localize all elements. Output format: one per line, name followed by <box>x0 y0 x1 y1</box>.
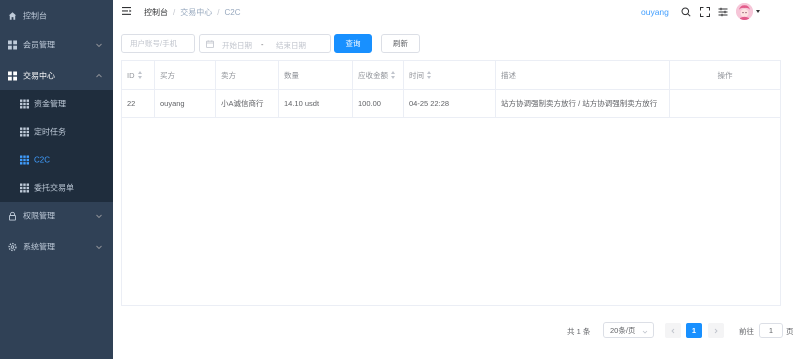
sidebar-item-funds[interactable]: 资金管理 <box>0 90 113 118</box>
c2c-table: ID 买方 卖方 数量 应收金额 时间 描述 操作 22 ouyang 小A诚信… <box>121 60 781 306</box>
table-icon <box>20 183 29 193</box>
table-icon <box>20 99 29 109</box>
column-header-id[interactable]: ID <box>122 61 155 90</box>
sidebar-item-dashboard[interactable]: 控制台 <box>0 0 113 31</box>
chevron-down-icon <box>95 243 103 251</box>
sidebar-item-members[interactable]: 会员管理 <box>0 29 113 60</box>
sidebar-item-label: 交易中心 <box>23 71 55 80</box>
table-cell: 04-25 22:28 <box>404 90 496 118</box>
table-cell: 100.00 <box>353 90 404 118</box>
dashboard-icon <box>8 11 17 20</box>
column-header-label: 卖方 <box>221 70 236 80</box>
search-icon[interactable] <box>681 7 691 17</box>
sidebar-item-orders[interactable]: 委托交易单 <box>0 174 113 202</box>
chevron-down-icon <box>642 328 648 334</box>
gear-icon <box>8 242 17 251</box>
avatar[interactable] <box>736 3 753 20</box>
date-range-picker[interactable]: 开始日期 - 结束日期 <box>199 34 331 53</box>
sidebar-item-scheduled-tasks[interactable]: 定时任务 <box>0 118 113 146</box>
table-cell: ouyang <box>155 90 216 118</box>
table-icon <box>20 127 29 137</box>
sidebar-item-label: 定时任务 <box>34 127 66 137</box>
sidebar-item-permissions[interactable]: 权限管理 <box>0 200 113 231</box>
chevron-up-icon <box>95 72 103 80</box>
column-header-label: 描述 <box>501 70 516 80</box>
chevron-down-icon <box>95 41 103 49</box>
sort-icon[interactable] <box>427 71 432 79</box>
column-header-description: 描述 <box>496 61 670 90</box>
username[interactable]: ouyang <box>641 7 669 17</box>
sort-icon[interactable] <box>137 71 143 79</box>
hamburger-icon[interactable] <box>122 6 132 16</box>
account-input[interactable] <box>121 34 195 53</box>
breadcrumb-separator: / <box>173 8 176 17</box>
table-cell: 站方协调强制卖方放行 / 站方协调强制卖方放行 <box>496 90 670 118</box>
goto-page-input[interactable]: 1 <box>759 323 783 338</box>
grid-icon <box>8 40 17 49</box>
page-size-value: 20条/页 <box>610 325 636 335</box>
column-header-time[interactable]: 时间 <box>404 61 496 90</box>
chevron-right-icon <box>714 328 718 333</box>
sidebar-item-label: 控制台 <box>23 11 47 20</box>
column-header-label: ID <box>127 70 135 80</box>
chevron-left-icon <box>671 328 675 333</box>
table-cell-actions <box>670 90 780 118</box>
calendar-icon <box>206 40 214 48</box>
page-size-select[interactable]: 20条/页 <box>603 322 654 338</box>
breadcrumb: 控制台 / 交易中心 / C2C <box>144 7 240 18</box>
prev-page-button[interactable] <box>665 323 681 338</box>
sidebar: 控制台 会员管理 交易中心 资金管理 定时任务 C2C 委托交易单 权限管理 系… <box>0 0 113 359</box>
table-icon <box>20 155 29 165</box>
column-header-label: 买方 <box>160 70 175 80</box>
refresh-button[interactable]: 刷新 <box>381 34 420 53</box>
breadcrumb-separator: / <box>217 8 220 17</box>
sidebar-item-label: 系统管理 <box>23 242 55 251</box>
sidebar-item-trade-center[interactable]: 交易中心 <box>0 60 113 91</box>
breadcrumb-item[interactable]: 控制台 <box>144 8 168 17</box>
column-header-seller: 卖方 <box>216 61 279 90</box>
table-cell: 22 <box>122 90 155 118</box>
pagination-total: 共 1 条 <box>567 327 591 336</box>
search-button[interactable]: 查询 <box>334 34 372 53</box>
sidebar-item-label: 资金管理 <box>34 99 66 109</box>
breadcrumb-item: C2C <box>224 8 241 17</box>
start-date-placeholder[interactable]: 开始日期 <box>222 40 252 51</box>
column-header-actions: 操作 <box>670 61 780 90</box>
account-input-field[interactable] <box>122 35 194 52</box>
column-header-buyer: 买方 <box>155 61 216 90</box>
column-header-label: 操作 <box>717 70 733 80</box>
table-cell: 14.10 usdt <box>279 90 353 118</box>
sidebar-item-c2c[interactable]: C2C <box>0 146 113 174</box>
sidebar-item-label: C2C <box>34 155 51 165</box>
column-header-amount: 数量 <box>279 61 353 90</box>
breadcrumb-item[interactable]: 交易中心 <box>180 8 212 17</box>
chevron-down-icon <box>95 212 103 220</box>
column-header-receivable[interactable]: 应收金额 <box>353 61 404 90</box>
range-separator: - <box>261 40 264 49</box>
settings-sliders-icon[interactable] <box>718 7 728 17</box>
lock-icon <box>8 211 17 220</box>
sidebar-item-label: 会员管理 <box>23 40 55 49</box>
table-cell: 小A诚信商行 <box>216 90 279 118</box>
sort-icon[interactable] <box>391 71 396 79</box>
sidebar-item-label: 委托交易单 <box>34 183 74 193</box>
fullscreen-icon[interactable] <box>700 7 710 17</box>
top-navbar: 控制台 / 交易中心 / C2C ouyang <box>113 0 800 24</box>
sidebar-item-system[interactable]: 系统管理 <box>0 231 113 262</box>
caret-down-icon[interactable] <box>756 10 760 13</box>
sidebar-item-label: 权限管理 <box>23 211 55 220</box>
page-number-button[interactable]: 1 <box>686 323 702 338</box>
column-header-label: 数量 <box>284 70 299 80</box>
goto-suffix: 页 <box>786 327 794 336</box>
goto-prefix: 前往 <box>739 327 754 336</box>
end-date-placeholder[interactable]: 结束日期 <box>276 40 306 51</box>
column-header-label: 应收金额 <box>358 70 388 80</box>
column-header-label: 时间 <box>409 70 424 80</box>
next-page-button[interactable] <box>708 323 724 338</box>
grid-icon <box>8 71 17 80</box>
